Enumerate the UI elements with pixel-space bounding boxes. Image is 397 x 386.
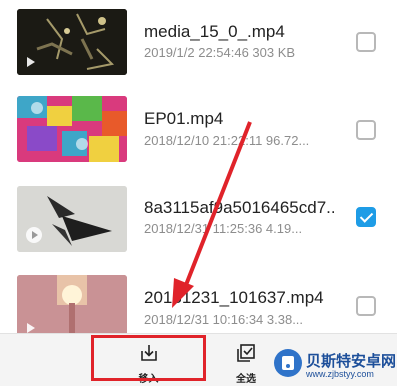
play-icon xyxy=(27,323,35,333)
watermark-logo-icon xyxy=(274,349,302,377)
checkbox-icon[interactable] xyxy=(356,120,376,140)
select-all-label: 全选 xyxy=(236,374,256,385)
list-item[interactable]: EP01.mp4 2018/12/10 21:22:11 96.72... xyxy=(0,88,397,176)
video-thumbnail xyxy=(17,9,127,75)
file-meta: 2018/12/31 10:16:34 3.38... xyxy=(144,312,304,327)
file-name: media_15_0_.mp4 xyxy=(144,22,285,41)
select-all-button[interactable]: 全选 xyxy=(216,334,276,386)
checkbox-icon[interactable] xyxy=(356,207,376,227)
checkbox-icon[interactable] xyxy=(356,296,376,316)
play-icon xyxy=(27,57,35,67)
watermark-url: www.zjbstyy.com xyxy=(306,369,374,379)
file-name: 8a3115af9a5016465cd7... xyxy=(144,198,334,217)
file-meta: 2018/12/10 21:22:11 96.72... xyxy=(144,133,310,148)
file-meta: 2018/12/31 11:25:36 4.19... xyxy=(144,221,303,236)
file-name: 20181231_101637.mp4 xyxy=(144,288,324,307)
file-name: EP01.mp4 xyxy=(144,109,224,128)
video-thumbnail xyxy=(17,96,127,162)
watermark-text: 贝斯特安卓网 xyxy=(306,353,397,370)
annotation-highlight-box xyxy=(91,335,206,381)
checkbox-icon[interactable] xyxy=(356,32,376,52)
video-thumbnail xyxy=(17,186,127,252)
video-thumbnail xyxy=(17,275,127,341)
file-meta: 2019/1/2 22:54:46 303 KB xyxy=(144,45,296,60)
list-item[interactable]: media_15_0_.mp4 2019/1/2 22:54:46 303 KB xyxy=(0,0,397,88)
select-all-icon xyxy=(237,344,255,362)
play-icon xyxy=(26,227,42,243)
list-item[interactable]: 8a3115af9a5016465cd7... 2018/12/31 11:25… xyxy=(0,176,397,264)
